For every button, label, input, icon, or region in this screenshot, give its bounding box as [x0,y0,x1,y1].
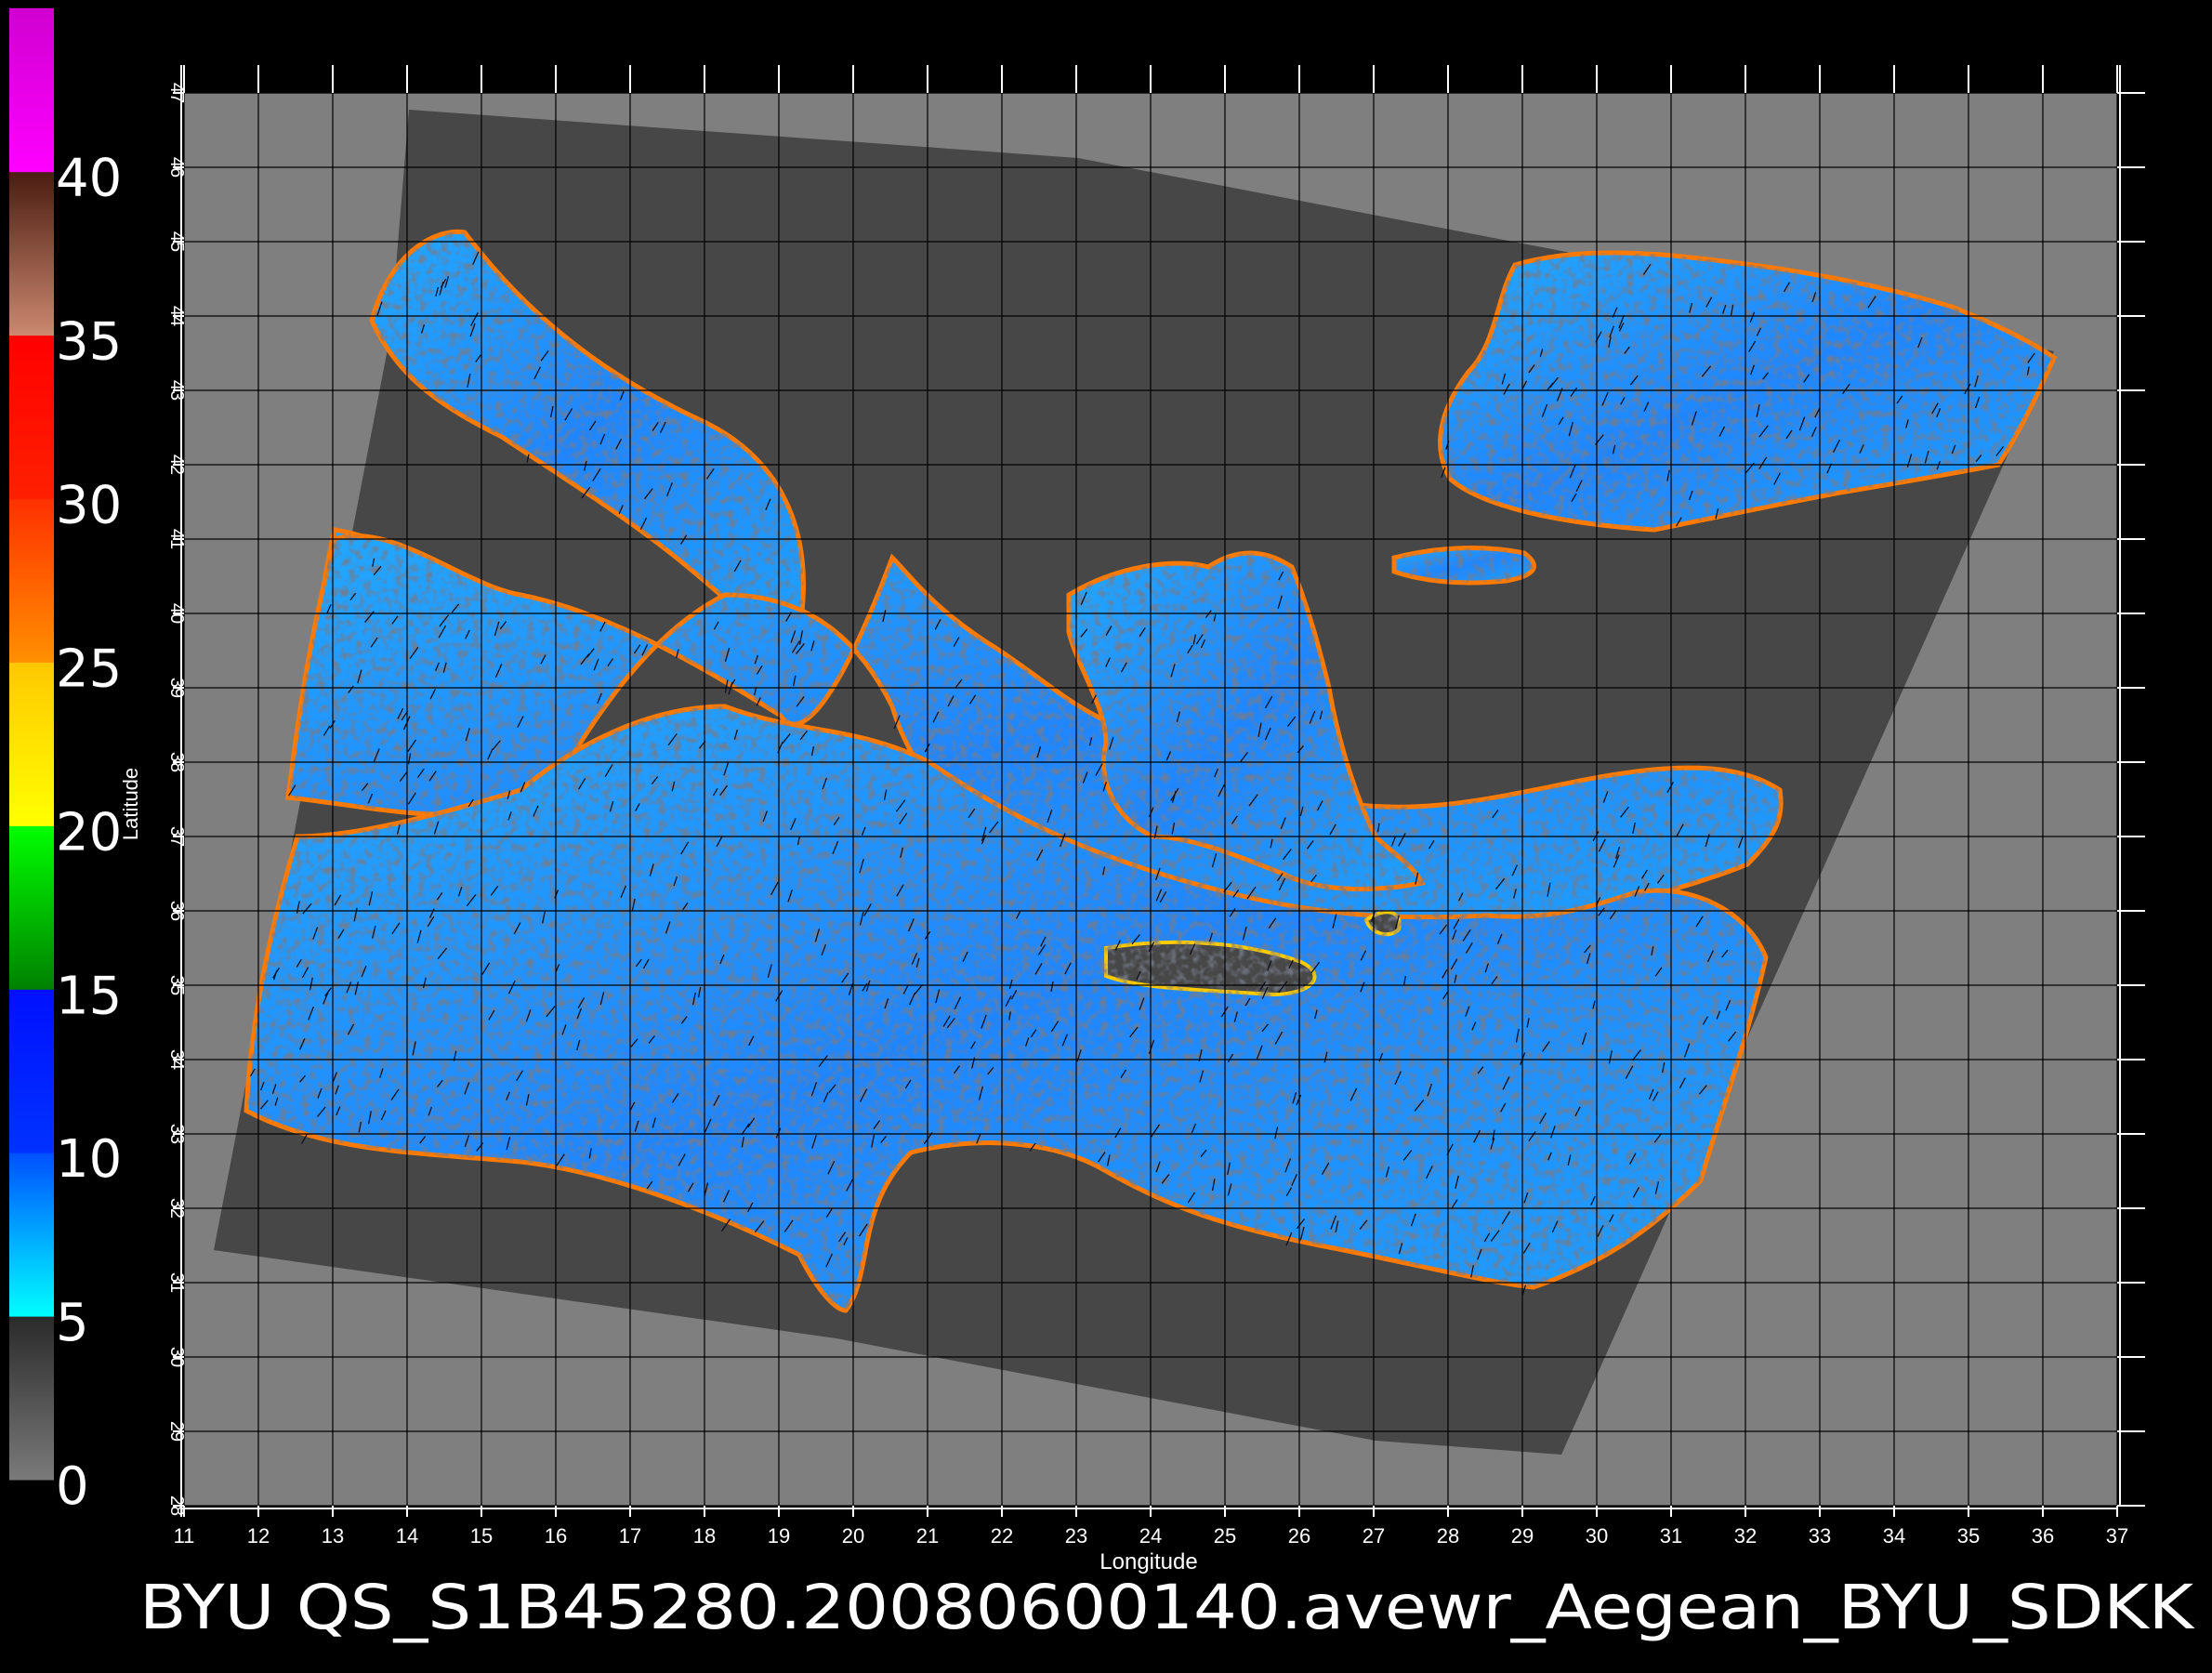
y-tick-label: 41 [166,529,187,549]
y-tick-label: 38 [166,752,187,772]
x-tick-label: 32 [1734,1524,1757,1548]
x-axis-label: Longitude [1099,1549,1197,1574]
y-axis-label: Latitude [119,768,142,840]
y-tick-label: 28 [166,1495,187,1516]
colorbar-band [9,171,54,336]
product-title: BYU QS_S1B45280.20080600140.avewr_Aegean… [139,1572,2195,1643]
y-tick-label: 42 [166,454,187,475]
x-tick-label: 29 [1511,1524,1534,1548]
y-tick-label: 30 [166,1347,187,1367]
colorbar-label: 20 [56,802,122,863]
x-tick-label: 37 [2106,1524,2128,1548]
y-tick-label: 34 [166,1049,187,1070]
x-tick-label: 30 [1586,1524,1608,1548]
wind-map-figure: 11 12 13 14 15 16 17 18 19 20 21 22 23 24 25 26 27 28 29 30… [9,7,2195,1643]
y-tick-label: 47 [166,83,187,103]
y-tick-label: 35 [166,975,187,995]
x-tick-label: 16 [545,1524,567,1548]
y-tick-label: 31 [166,1272,187,1293]
colorbar-label: 5 [56,1293,89,1353]
y-tick-label: 36 [166,901,187,921]
x-tick-label: 34 [1883,1524,1905,1548]
x-tick-label: 14 [396,1524,418,1548]
colorbar-label: 10 [56,1129,122,1190]
x-tick-label: 13 [322,1524,344,1548]
x-tick-label: 15 [470,1524,493,1548]
x-tick-label: 20 [842,1524,864,1548]
x-tick-label: 22 [991,1524,1013,1548]
colorbar-band [9,662,54,826]
colorbar: 0 5 10 15 20 25 30 35 40 [9,7,122,1517]
x-tick-label: 21 [916,1524,939,1548]
colorbar-band [9,1316,54,1481]
colorbar-label: 25 [56,639,122,699]
y-tick-label: 39 [166,678,187,698]
y-tick-label: 46 [166,157,187,178]
x-tick-label: 23 [1065,1524,1087,1548]
colorbar-band [9,335,54,500]
x-tick-label: 19 [768,1524,790,1548]
colorbar-label: 15 [56,966,122,1026]
x-tick-label: 25 [1214,1524,1236,1548]
colorbar-band [9,989,54,1153]
x-tick-label: 31 [1660,1524,1682,1548]
x-tick-label: 33 [1809,1524,1831,1548]
colorbar-band [9,7,54,173]
y-tick-label: 29 [166,1421,187,1442]
y-tick-label: 32 [166,1198,187,1219]
y-tick-label: 37 [166,826,187,847]
x-tick-label: 24 [1139,1524,1162,1548]
x-tick-label: 17 [619,1524,641,1548]
x-tick-label: 11 [174,1524,195,1548]
y-tick-label: 43 [166,380,187,401]
colorbar-label: 30 [56,476,122,536]
colorbar-label: 35 [56,312,122,373]
y-tick-label: 33 [166,1124,187,1144]
colorbar-band [9,1153,54,1317]
x-tick-label: 26 [1288,1524,1310,1548]
y-tick-label: 44 [166,306,187,326]
colorbar-band [9,498,54,663]
x-tick-label: 28 [1437,1524,1459,1548]
colorbar-band [9,825,54,990]
x-tick-label: 18 [693,1524,716,1548]
colorbar-label: 0 [56,1456,89,1517]
x-tick-label: 12 [247,1524,270,1548]
y-tick-label: 40 [166,603,187,624]
y-tick-label: 45 [166,231,187,252]
x-tick-label: 35 [1957,1524,1980,1548]
x-tick-label: 27 [1363,1524,1385,1548]
x-tick-label: 36 [2032,1524,2054,1548]
colorbar-label: 40 [56,149,122,209]
